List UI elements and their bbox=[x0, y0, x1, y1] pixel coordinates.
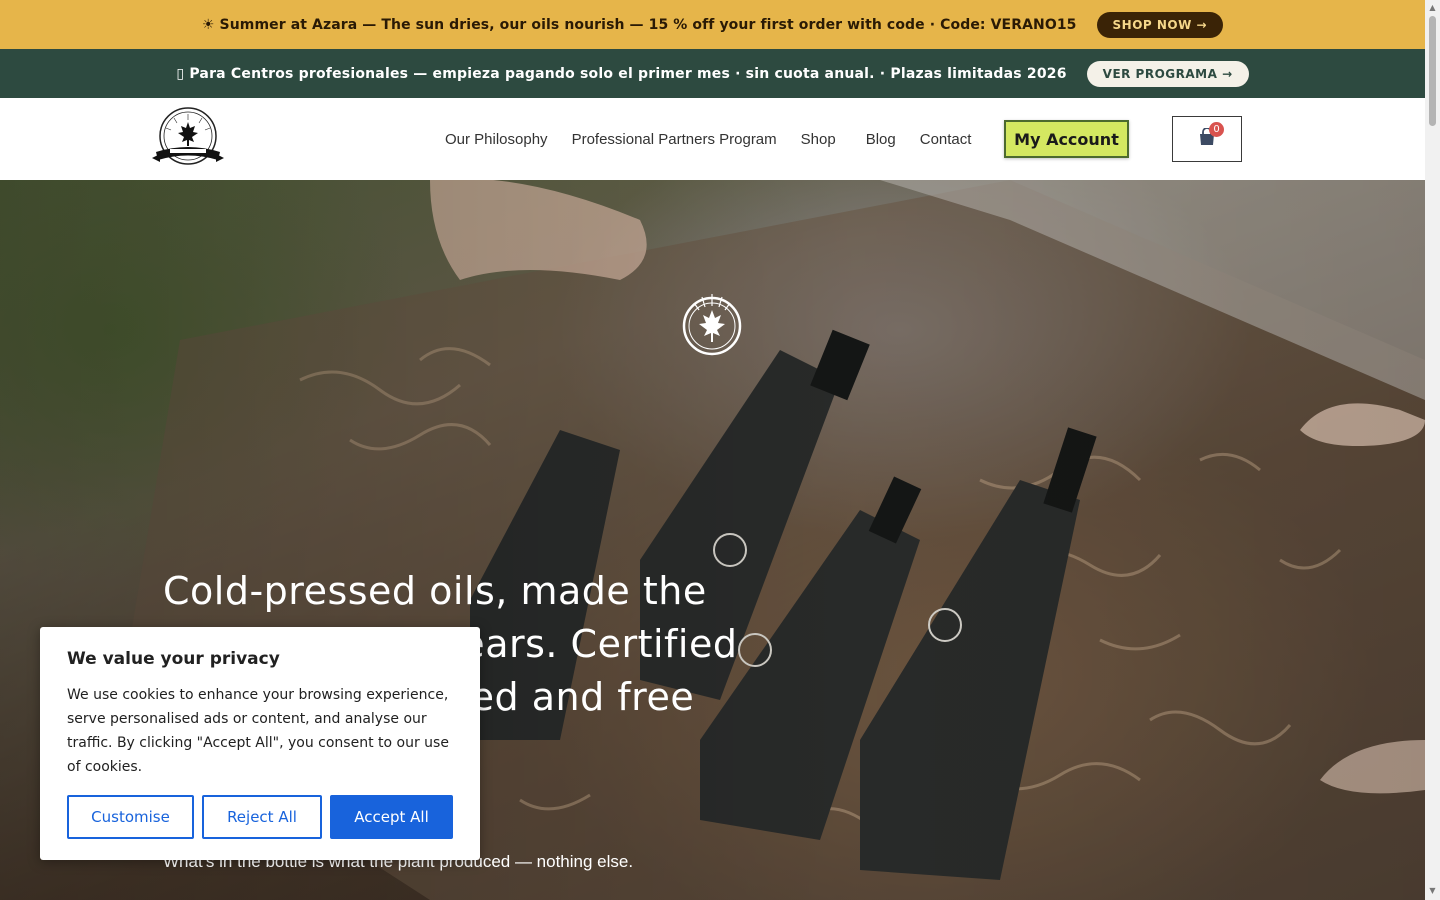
professional-text: ▯ Para Centros profesionales — empieza p… bbox=[176, 65, 1067, 82]
accept-all-button[interactable]: Accept All bbox=[330, 795, 453, 839]
nav-item-label: Our Philosophy bbox=[445, 130, 548, 148]
reject-all-button[interactable]: Reject All bbox=[202, 795, 322, 839]
cookie-body: We use cookies to enhance your browsing … bbox=[67, 687, 449, 775]
scroll-down-arrow-icon[interactable]: ▼ bbox=[1428, 886, 1437, 895]
promo-bar: ☀ Summer at Azara — The sun dries, our o… bbox=[0, 0, 1425, 49]
page-scrollbar[interactable]: ▲ ▼ bbox=[1425, 0, 1440, 900]
shop-now-button[interactable]: SHOP NOW → bbox=[1096, 11, 1224, 38]
maple-leaf-sunburst-icon bbox=[680, 292, 744, 358]
nav-item-label: Contact bbox=[919, 130, 972, 148]
scrollbar-thumb[interactable] bbox=[1429, 16, 1436, 126]
maple-leaf-emblem-icon[interactable] bbox=[152, 106, 224, 172]
nav-item-label: Blog bbox=[865, 130, 896, 148]
ver-programa-button[interactable]: VER PROGRAMA → bbox=[1086, 60, 1249, 87]
scroll-up-arrow-icon[interactable]: ▲ bbox=[1428, 3, 1437, 12]
cookie-consent-dialog: We value your privacy We use cookies to … bbox=[40, 627, 480, 860]
nav-item-shop[interactable]: Shop bbox=[789, 131, 854, 148]
nav-item-blog[interactable]: Blog bbox=[854, 131, 908, 148]
cart-button[interactable]: 0 bbox=[1172, 116, 1242, 162]
promo-text: ☀ Summer at Azara — The sun dries, our o… bbox=[201, 16, 1077, 33]
my-account-button[interactable]: My Account bbox=[1004, 120, 1129, 158]
nav-item-contact[interactable]: Contact bbox=[908, 131, 984, 148]
customise-button[interactable]: Customise bbox=[67, 795, 194, 839]
site-header: Our Philosophy Professional Partners Pro… bbox=[0, 98, 1425, 180]
cookie-title: We value your privacy bbox=[67, 649, 280, 669]
main-nav: Our Philosophy Professional Partners Pro… bbox=[433, 98, 983, 180]
nav-item-our-philosophy[interactable]: Our Philosophy bbox=[433, 131, 560, 148]
nav-item-label: Professional Partners Program bbox=[571, 130, 777, 148]
professional-bar: ▯ Para Centros profesionales — empieza p… bbox=[0, 49, 1425, 98]
nav-item-professional-partners[interactable]: Professional Partners Program bbox=[560, 131, 789, 148]
cookie-actions: Customise Reject All Accept All bbox=[67, 795, 453, 839]
nav-item-label: Shop bbox=[800, 130, 836, 148]
cart-count-badge: 0 bbox=[1209, 122, 1224, 137]
